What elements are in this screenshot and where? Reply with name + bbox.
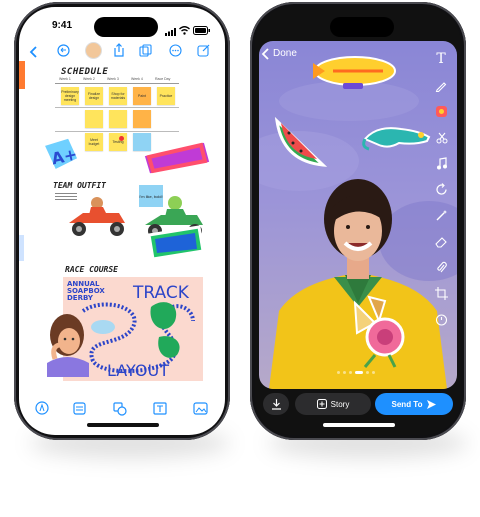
send-to-button[interactable]: Send To <box>375 393 453 415</box>
crop-icon[interactable] <box>435 287 448 305</box>
map-title-line: DERBY <box>67 294 94 302</box>
music-note-icon[interactable] <box>436 157 448 175</box>
sticky-note[interactable]: Testing <box>109 133 127 151</box>
watermelon-sticker[interactable] <box>273 113 328 174</box>
page-dot-active <box>355 371 363 374</box>
map-title: ANNUAL SOAPBOX DERBY <box>67 281 105 302</box>
sticky-note[interactable]: Shop for materials <box>109 87 127 105</box>
sticky-note-tool-icon[interactable] <box>73 402 86 420</box>
grid-line <box>55 83 179 84</box>
download-icon <box>271 399 281 410</box>
story-add-icon <box>316 399 327 409</box>
loop-icon[interactable] <box>435 183 448 201</box>
sticky-note[interactable] <box>133 110 151 128</box>
grid-line <box>55 107 179 108</box>
scissors-icon[interactable] <box>436 131 448 149</box>
send-arrow-icon <box>427 399 437 409</box>
text-tool-icon[interactable]: T <box>433 51 449 67</box>
blimp-sticker[interactable] <box>303 53 401 98</box>
red-dot-sticker <box>119 136 124 141</box>
shapes-tool-icon[interactable] <box>113 402 127 421</box>
compose-icon[interactable] <box>197 44 210 62</box>
chameleon-sticker[interactable] <box>359 119 437 160</box>
eraser-icon[interactable] <box>435 235 448 253</box>
sticky-note[interactable]: Practice <box>157 87 175 105</box>
story-button[interactable]: Story <box>295 393 371 415</box>
timer-icon[interactable] <box>435 313 448 331</box>
map-track-word: TRACK <box>133 283 189 303</box>
schedule-header-row: Week 1 Week 2 Week 3 Week 4 Race Day <box>57 77 177 85</box>
pen-tool-icon[interactable] <box>35 401 49 420</box>
sticky-note[interactable] <box>85 110 103 128</box>
more-icon[interactable] <box>169 44 182 62</box>
sticky-note[interactable]: Meet budget <box>85 133 103 151</box>
grid-line <box>55 131 179 132</box>
pencil-icon[interactable] <box>435 79 447 97</box>
a-plus-sticker[interactable]: A+ <box>39 135 83 180</box>
week-column-header: Week 4 <box>131 77 143 81</box>
magic-wand-icon[interactable] <box>435 209 448 227</box>
page-dots <box>337 371 375 374</box>
back-chevron-icon[interactable] <box>29 45 39 63</box>
week-column-header: Race Day <box>155 77 171 81</box>
go-kart-drawing[interactable] <box>63 193 133 244</box>
page-dot <box>372 371 375 374</box>
save-button[interactable] <box>263 393 289 415</box>
photo-preview[interactable]: Done <box>259 41 457 389</box>
scroll-indicator[interactable] <box>19 235 24 261</box>
sticky-note[interactable]: Paint <box>133 87 151 105</box>
page-dot <box>337 371 340 374</box>
zoom-sticker[interactable] <box>143 221 207 268</box>
camera-screen: Done T Story Send To <box>255 7 461 435</box>
collaborator-avatar[interactable] <box>85 42 102 59</box>
dynamic-island <box>94 17 158 37</box>
signal-icon <box>165 23 177 41</box>
dynamic-island <box>330 17 394 37</box>
duplicate-icon[interactable] <box>139 44 152 62</box>
page-dot <box>343 371 346 374</box>
undo-icon[interactable] <box>57 44 70 62</box>
share-icon[interactable] <box>113 43 125 62</box>
media-tool-icon[interactable] <box>193 402 208 420</box>
paperclip-icon[interactable] <box>436 261 447 279</box>
page-dot <box>349 371 352 374</box>
battery-icon <box>193 22 211 40</box>
freeform-screen: 9:41 SCHEDULE Week 1 Week 2 Week 3 Week … <box>19 7 225 435</box>
home-indicator[interactable] <box>323 423 395 427</box>
schedule-heading: SCHEDULE <box>61 67 109 77</box>
home-indicator[interactable] <box>87 423 159 427</box>
left-phone: 9:41 SCHEDULE Week 1 Week 2 Week 3 Week … <box>14 2 230 440</box>
status-time: 9:41 <box>52 20 73 31</box>
sticky-note[interactable]: Preliminary design meeting <box>61 87 79 105</box>
sticker-icon[interactable] <box>435 105 448 123</box>
sticky-note[interactable]: Finalize design <box>85 87 103 105</box>
svg-text:A+: A+ <box>50 144 79 168</box>
story-label: Story <box>330 399 350 409</box>
butterfly-flower-sticker[interactable] <box>345 293 409 374</box>
race-course-heading: RACE COURSE <box>65 265 118 274</box>
orange-edge-shape <box>19 61 25 89</box>
week-column-header: Week 1 <box>59 77 71 81</box>
map-layout-word: LAYOUT <box>107 361 169 380</box>
sticky-note[interactable] <box>109 110 127 128</box>
week-column-header: Week 3 <box>107 77 119 81</box>
page-dot <box>366 371 369 374</box>
memoji-sticker[interactable] <box>37 307 97 382</box>
done-button[interactable]: Done <box>273 48 297 59</box>
done-chevron-icon[interactable] <box>261 47 271 65</box>
right-phone: Done T Story Send To <box>250 2 466 440</box>
wifi-icon <box>179 22 190 40</box>
send-to-label: Send To <box>391 399 423 409</box>
team-outfit-heading: TEAM OUTFIT <box>53 181 106 190</box>
text-box-tool-icon[interactable] <box>153 402 167 420</box>
week-column-header: Week 2 <box>83 77 95 81</box>
trail-word-sticker[interactable] <box>139 137 215 182</box>
